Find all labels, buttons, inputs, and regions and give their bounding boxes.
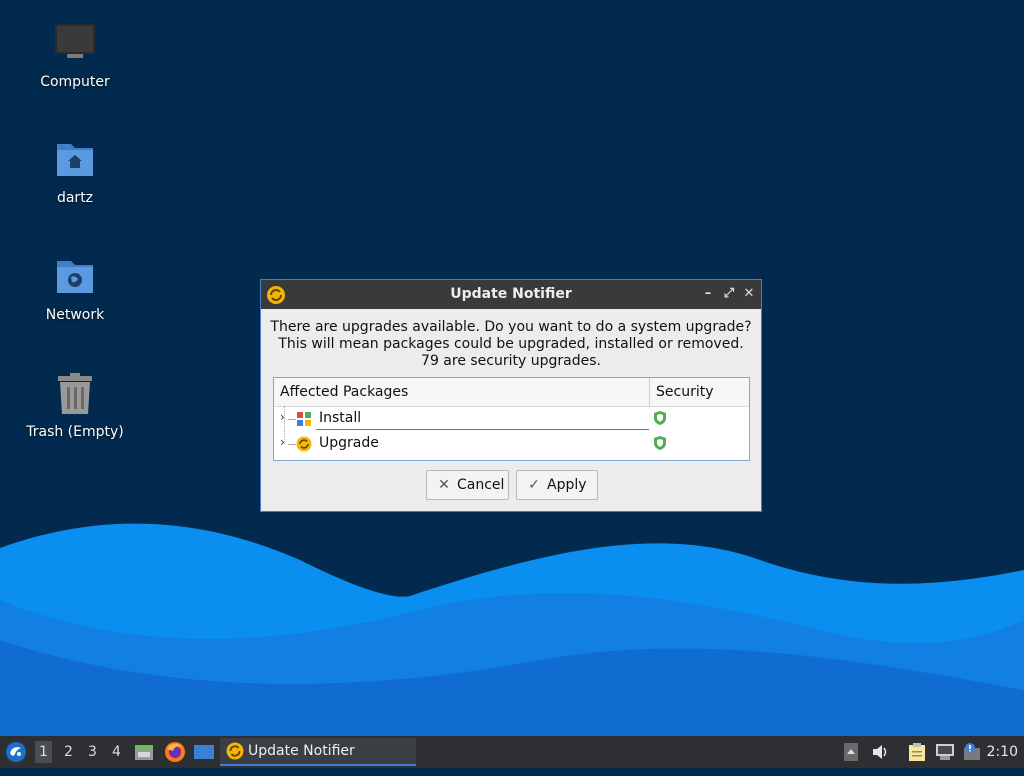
cancel-x-icon: ✕ xyxy=(438,477,450,493)
file-manager-icon[interactable] xyxy=(134,742,154,774)
update-notifier-task-icon xyxy=(226,742,244,764)
message-line: There are upgrades available. Do you wan… xyxy=(270,319,752,335)
tree-row-install[interactable]: › Install xyxy=(274,407,749,431)
package-install-icon xyxy=(296,411,312,431)
network-folder-icon xyxy=(51,255,99,303)
desktop-icon-network[interactable]: Network xyxy=(15,255,135,323)
checkmark-icon: ✓ xyxy=(528,477,540,493)
computer-icon xyxy=(51,22,99,70)
clock[interactable]: 2:10 xyxy=(987,744,1018,760)
update-notifier-dialog: Update Notifier – ⤢ ✕ There are upgrades… xyxy=(260,279,762,512)
message-line: This will mean packages could be upgrade… xyxy=(278,336,744,352)
maximize-icon[interactable]: ⤢ xyxy=(720,285,738,303)
desktop-icon-label: Trash (Empty) xyxy=(26,424,124,440)
dialog-titlebar[interactable]: Update Notifier – ⤢ ✕ xyxy=(261,280,761,309)
expand-arrow-icon[interactable]: › xyxy=(280,435,285,449)
desktop-icon-trash[interactable]: Trash (Empty) xyxy=(15,372,135,440)
task-label: Update Notifier xyxy=(248,743,355,759)
workspace-1[interactable]: 1 xyxy=(35,741,52,763)
show-desktop-icon[interactable] xyxy=(193,743,215,775)
tree-branch-line xyxy=(288,419,296,420)
desktop-icon-label: Network xyxy=(45,307,105,323)
column-header-security[interactable]: Security xyxy=(656,384,714,400)
workspace-3[interactable]: 3 xyxy=(88,744,97,760)
affected-packages-tree[interactable]: Affected Packages Security › Install › U… xyxy=(273,377,750,461)
home-folder-icon xyxy=(51,138,99,186)
expand-arrow-icon[interactable]: › xyxy=(280,410,285,424)
dialog-title: Update Notifier xyxy=(450,286,572,302)
row-label: Upgrade xyxy=(319,435,379,451)
apply-button[interactable]: ✓ Apply xyxy=(516,470,598,500)
apply-button-label: Apply xyxy=(547,477,587,493)
start-menu-icon[interactable] xyxy=(5,741,27,773)
close-icon[interactable]: ✕ xyxy=(740,285,758,303)
clipboard-icon[interactable] xyxy=(908,742,926,774)
security-shield-icon xyxy=(653,435,667,455)
trash-icon xyxy=(51,372,99,420)
taskbar: 1 2 3 4 Update Notifier 2:10 xyxy=(0,736,1024,768)
column-separator xyxy=(649,378,650,406)
desktop-icon-label: dartz xyxy=(56,190,94,206)
network-icon[interactable] xyxy=(935,743,955,775)
tree-header: Affected Packages Security xyxy=(274,378,749,407)
workspace-2[interactable]: 2 xyxy=(64,744,73,760)
tree-row-upgrade[interactable]: › Upgrade xyxy=(274,432,749,456)
update-icon xyxy=(296,436,312,456)
dialog-message: There are upgrades available. Do you wan… xyxy=(261,319,761,370)
firefox-icon[interactable] xyxy=(164,741,186,773)
workspace-4[interactable]: 4 xyxy=(112,744,121,760)
row-focus-underline xyxy=(316,429,649,430)
tray-arrow-icon[interactable] xyxy=(844,743,858,775)
desktop-icon-label: Computer xyxy=(40,74,110,90)
minimize-icon[interactable]: – xyxy=(699,285,717,303)
cancel-button-label: Cancel xyxy=(457,477,505,493)
update-tray-icon[interactable] xyxy=(962,742,982,774)
row-label: Install xyxy=(319,410,362,426)
desktop-icon-computer[interactable]: Computer xyxy=(15,22,135,90)
column-header-packages[interactable]: Affected Packages xyxy=(280,384,408,400)
desktop-icon-home[interactable]: dartz xyxy=(15,138,135,206)
message-line: 79 are security upgrades. xyxy=(421,353,601,369)
volume-icon[interactable] xyxy=(872,744,890,776)
security-shield-icon xyxy=(653,410,667,430)
cancel-button[interactable]: ✕ Cancel xyxy=(426,470,509,500)
tree-branch-line xyxy=(288,444,296,445)
taskbar-task-update-notifier[interactable]: Update Notifier xyxy=(220,738,416,766)
